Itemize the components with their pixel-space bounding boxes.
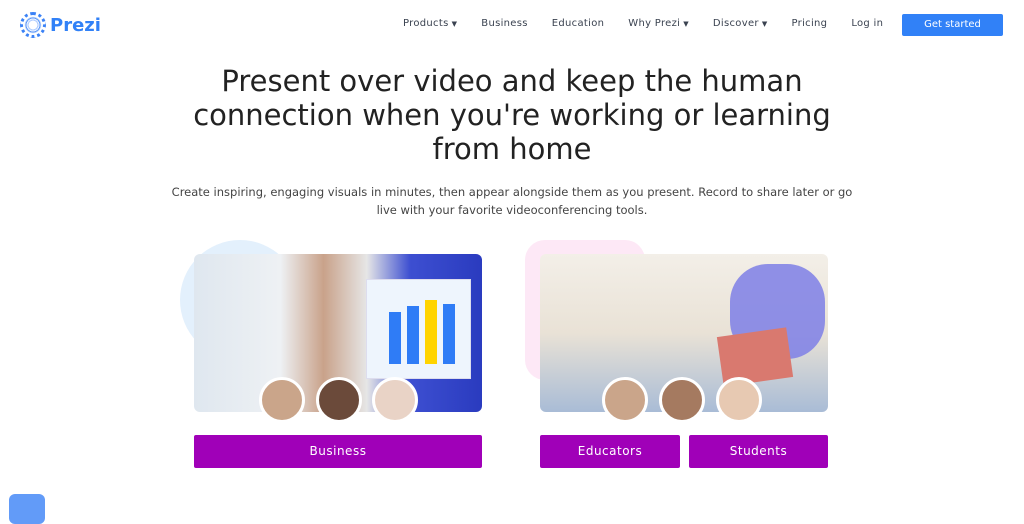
prezi-logo[interactable]: Prezi	[20, 12, 101, 38]
nav-login[interactable]: Log in	[851, 18, 883, 29]
educators-button[interactable]: Educators	[540, 435, 680, 468]
participant-avatar	[716, 377, 762, 423]
nav-education[interactable]: Education	[552, 18, 605, 29]
get-started-button[interactable]: Get started	[902, 14, 1003, 36]
caret-down-icon: ▼	[683, 20, 689, 28]
participant-avatar	[372, 377, 418, 423]
participant-avatar	[659, 377, 705, 423]
top-nav: Prezi Products ▼ Business Education Why P…	[0, 0, 1024, 50]
prezi-logo-icon	[20, 12, 46, 38]
nav-discover[interactable]: Discover ▼	[713, 18, 768, 29]
nav-products[interactable]: Products ▼	[403, 18, 457, 29]
participant-avatar	[259, 377, 305, 423]
business-button[interactable]: Business	[194, 435, 482, 468]
participant-avatar	[316, 377, 362, 423]
nav-why-prezi[interactable]: Why Prezi ▼	[628, 18, 689, 29]
caret-down-icon: ▼	[761, 20, 768, 28]
hero-title: Present over video and keep the human co…	[193, 64, 831, 166]
hero-subtitle: Create inspiring, engaging visuals in mi…	[171, 185, 853, 217]
nav-pricing[interactable]: Pricing	[792, 18, 828, 29]
chart-illustration	[366, 279, 471, 379]
participant-avatar	[602, 377, 648, 423]
privacy-shield-icon[interactable]	[9, 494, 45, 524]
caret-down-icon: ▼	[451, 20, 458, 28]
students-button[interactable]: Students	[689, 435, 828, 468]
nav-business[interactable]: Business	[481, 18, 528, 29]
